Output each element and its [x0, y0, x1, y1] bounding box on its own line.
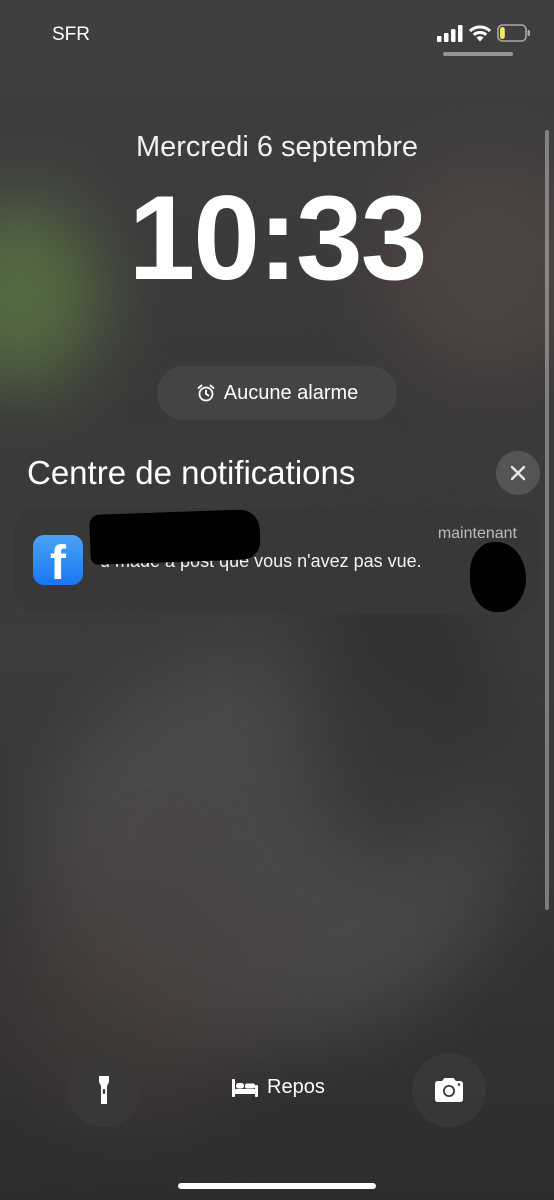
camera-icon — [435, 1078, 463, 1102]
clear-notifications-button[interactable] — [496, 451, 540, 495]
notification-time: maintenant — [437, 525, 517, 542]
home-indicator[interactable] — [178, 1183, 376, 1189]
notification-center-title: Centre de notifications — [27, 454, 356, 491]
bed-icon — [232, 1078, 258, 1097]
alarm-label: Aucune alarme — [223, 381, 359, 404]
status-bar-indicator — [443, 52, 513, 56]
focus-mode-label: Repos — [267, 1076, 325, 1098]
flashlight-icon — [99, 1076, 109, 1104]
facebook-icon: f — [33, 535, 83, 585]
focus-mode-indicator[interactable]: Repos — [231, 1076, 325, 1099]
cellular-signal-icon — [437, 25, 463, 42]
battery-icon — [497, 24, 530, 42]
notification-card[interactable]: f maintenant u made a post que vous n'av… — [14, 508, 540, 614]
alarm-widget[interactable]: Aucune alarme — [157, 366, 397, 420]
redaction-mark — [89, 509, 261, 565]
flashlight-button[interactable] — [67, 1053, 141, 1127]
carrier-label: SFR — [52, 24, 90, 45]
camera-button[interactable] — [412, 1053, 486, 1127]
alarm-clock-icon — [197, 384, 215, 402]
lock-screen-time: 10:33 — [128, 171, 428, 305]
battery-level-fill — [500, 27, 505, 39]
close-icon — [510, 465, 526, 481]
status-bar: SFR — [0, 0, 554, 70]
wifi-icon — [469, 25, 491, 42]
redaction-mark — [470, 542, 526, 612]
lock-screen-date: Mercredi 6 septembre — [135, 131, 419, 163]
